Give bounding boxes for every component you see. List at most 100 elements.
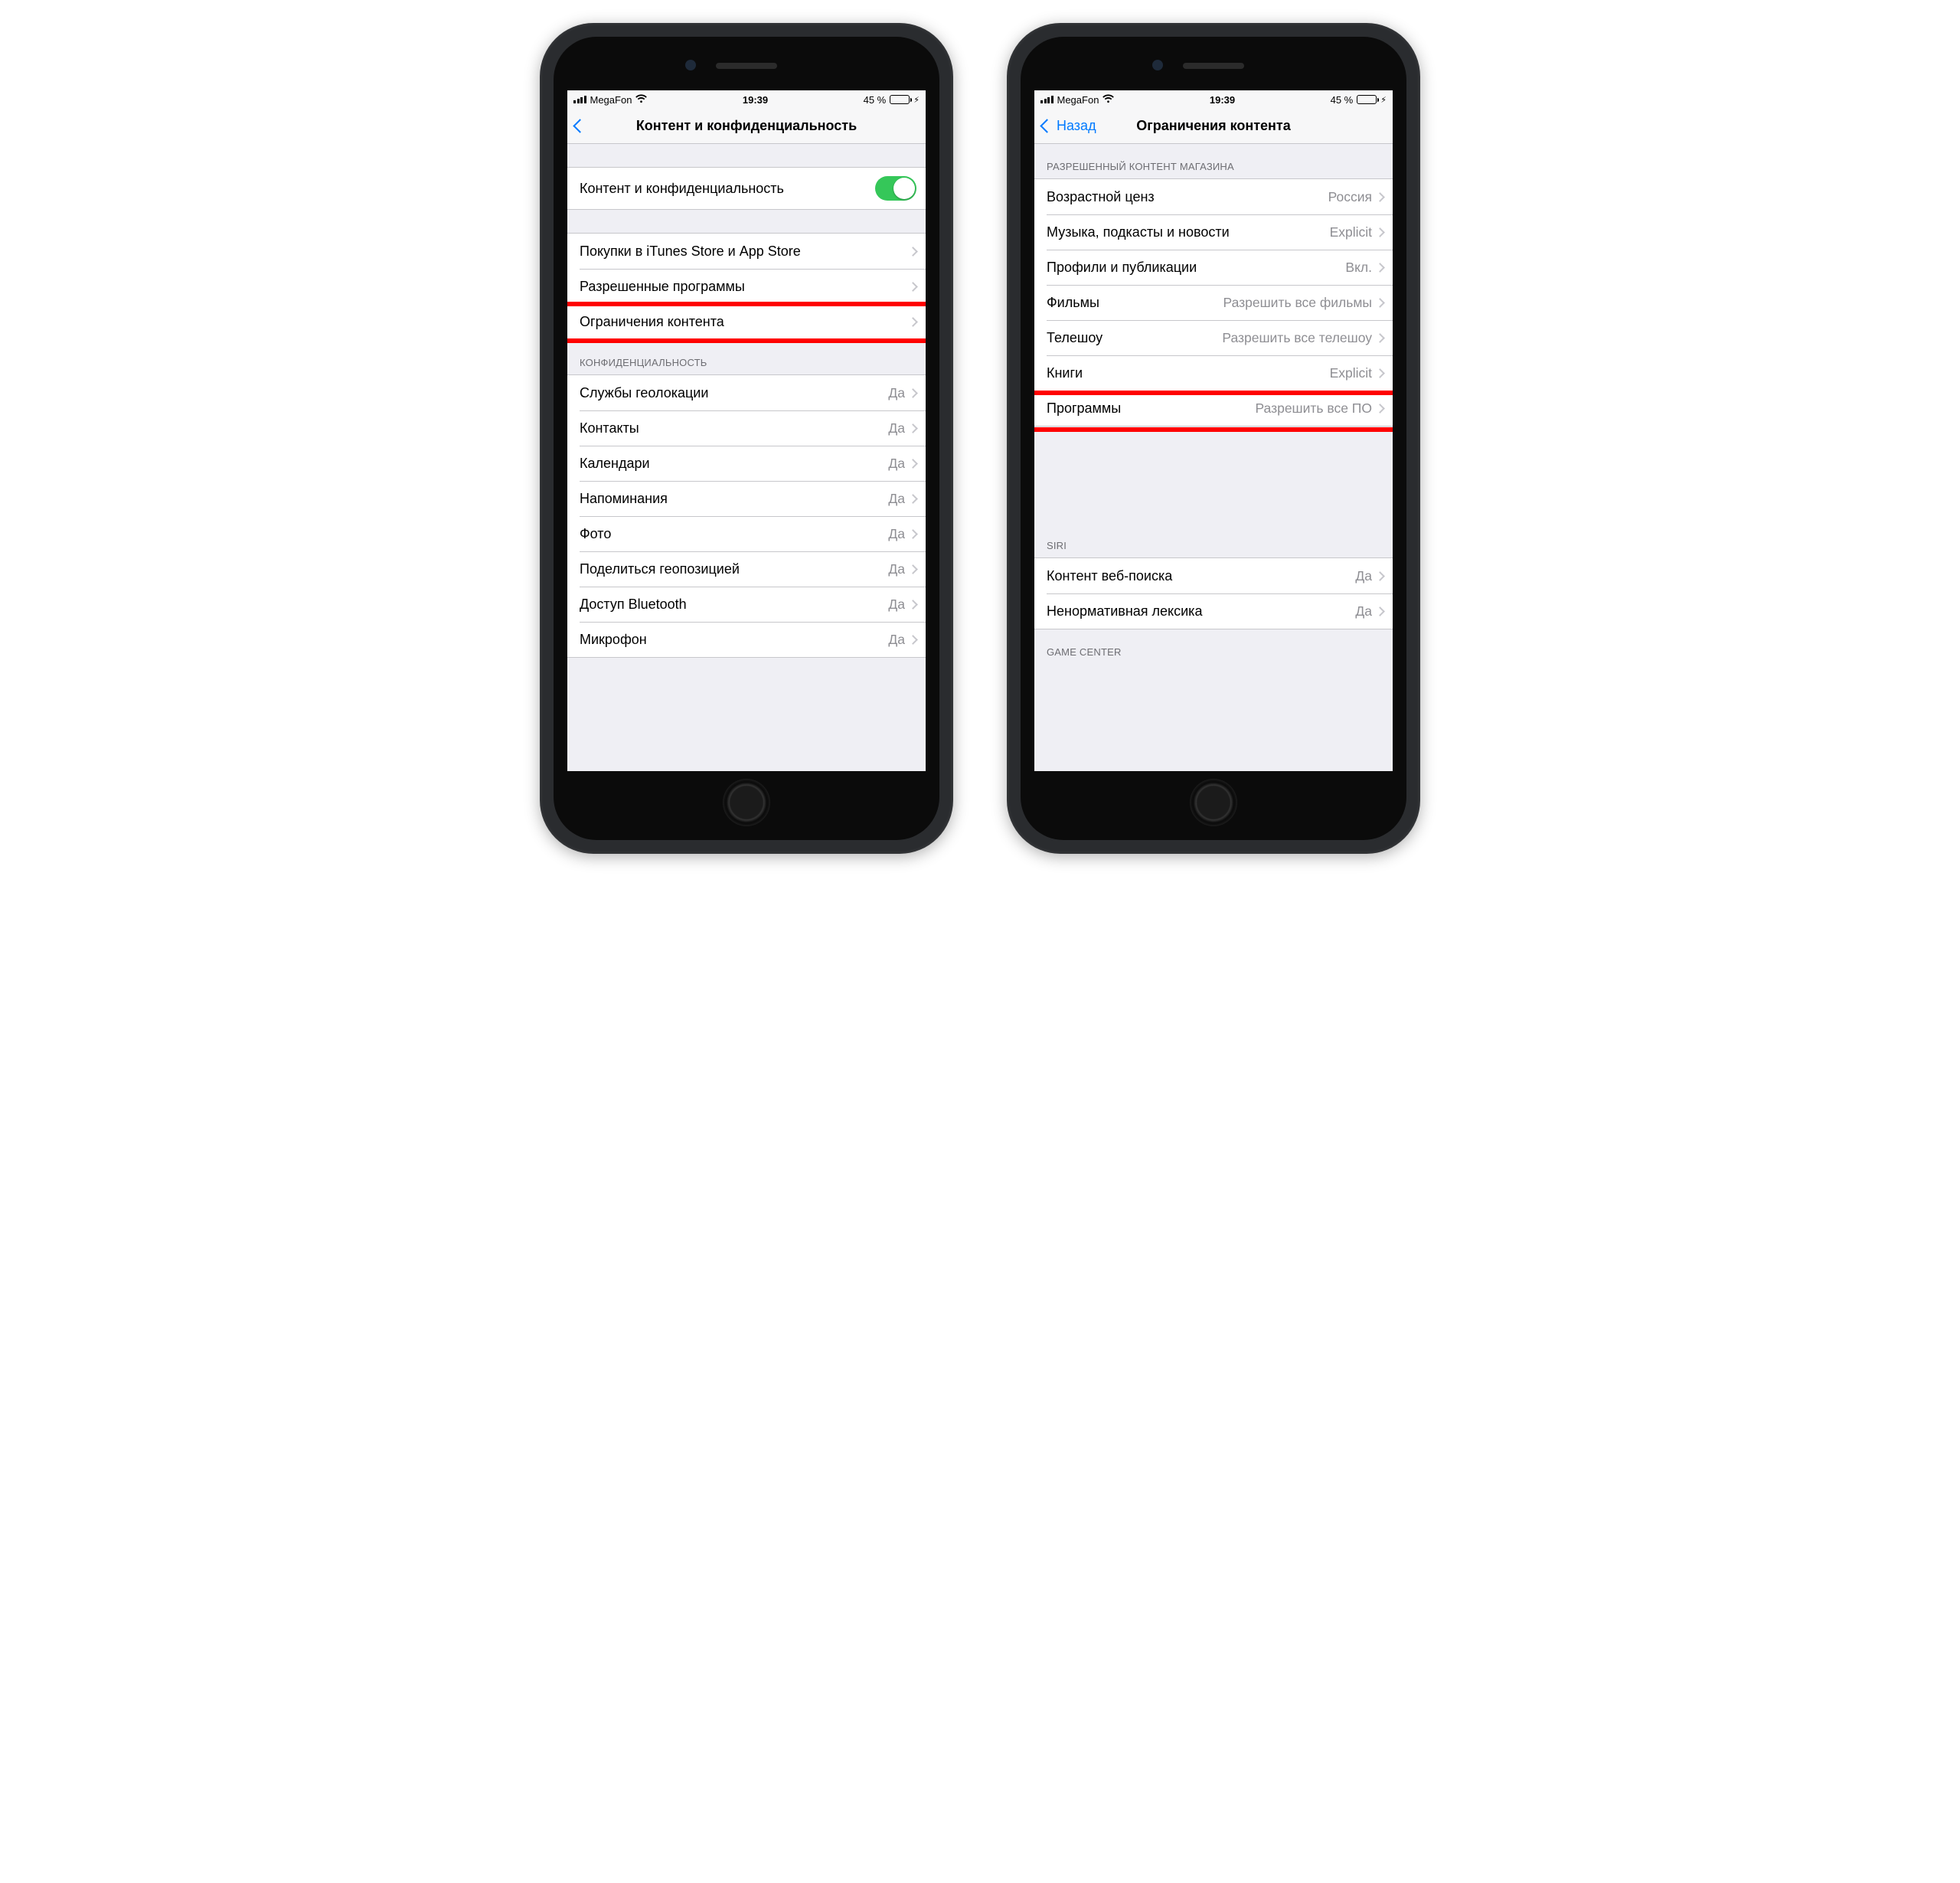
phone-frame-right: MegaFon 19:39 45 % ⚡︎ Назад Ограничен [1007,23,1420,854]
home-button[interactable] [723,779,770,826]
row-content-privacy-toggle[interactable]: Контент и конфиденциальность [567,168,926,209]
switch-on[interactable] [875,176,916,201]
row-itunes-appstore-purchases[interactable]: Покупки в iTunes Store и App Store [567,234,926,269]
section-header-siri: SIRI [1034,534,1393,557]
section-header-game-center: GAME CENTER [1034,629,1393,664]
row-label: Контент и конфиденциальность [580,181,875,197]
chevron-right-icon [908,317,918,327]
row-label: Доступ Bluetooth [580,597,888,613]
row-value: Да [1355,568,1372,584]
chevron-left-icon [1040,119,1054,132]
nav-bar: Назад Ограничения контента [1034,109,1393,144]
row-value: Вкл. [1345,260,1372,276]
chevron-right-icon [908,564,918,574]
row-label: Календари [580,456,888,472]
row-label: Службы геолокации [580,385,888,401]
row-label: Ограничения контента [580,314,910,330]
section-header-store: РАЗРЕШЕННЫЙ КОНТЕНТ МАГАЗИНА [1034,144,1393,178]
row-value: Explicit [1330,224,1372,240]
row-content-restrictions[interactable]: Ограничения контента [580,304,926,339]
status-bar: MegaFon 19:39 45 % ⚡︎ [1034,90,1393,109]
chevron-right-icon [908,247,918,257]
battery-percent: 45 % [864,94,887,106]
row-value: Разрешить все телешоу [1222,330,1372,346]
chevron-right-icon [908,635,918,645]
store-row[interactable]: Профили и публикацииВкл. [1047,250,1393,285]
chevron-right-icon [908,529,918,539]
back-button[interactable] [575,121,586,131]
section-header-privacy: КОНФИДЕНЦИАЛЬНОСТЬ [567,340,926,374]
chevron-right-icon [1375,298,1385,308]
screen-right: MegaFon 19:39 45 % ⚡︎ Назад Ограничен [1034,90,1393,771]
row-value: Да [888,561,905,577]
row-value: Да [1355,603,1372,619]
store-row[interactable]: ТелешоуРазрешить все телешоу [1047,320,1393,355]
row-label: Книги [1047,365,1330,381]
row-label: Разрешенные программы [580,279,910,295]
row-label: Напоминания [580,491,888,507]
privacy-row[interactable]: Доступ BluetoothДа [580,587,926,622]
chevron-right-icon [1375,333,1385,343]
row-value: Да [888,385,905,401]
home-button[interactable] [1190,779,1237,826]
chevron-right-icon [908,282,918,292]
wifi-icon [635,94,647,105]
chevron-right-icon [908,423,918,433]
charging-icon: ⚡︎ [1380,95,1387,105]
row-label: Музыка, подкасты и новости [1047,224,1330,240]
speaker-grille [716,63,777,69]
row-value: Да [888,632,905,648]
store-row[interactable]: КнигиExplicit [1047,355,1393,391]
row-value: Разрешить все фильмы [1223,295,1372,311]
camera-dot [1152,60,1163,70]
row-label: Контакты [580,420,888,436]
store-row[interactable]: ФильмыРазрешить все фильмы [1047,285,1393,320]
row-allowed-apps[interactable]: Разрешенные программы [580,269,926,304]
battery-percent: 45 % [1331,94,1354,106]
screen-left: MegaFon 19:39 45 % ⚡︎ Контент и конфиден [567,90,926,771]
chevron-right-icon [908,388,918,398]
privacy-row[interactable]: Службы геолокацииДа [567,375,926,410]
privacy-row[interactable]: МикрофонДа [580,622,926,657]
row-value: Да [888,491,905,507]
phone-frame-left: MegaFon 19:39 45 % ⚡︎ Контент и конфиден [540,23,953,854]
privacy-row[interactable]: Поделиться геопозициейДа [580,551,926,587]
privacy-row[interactable]: НапоминанияДа [580,481,926,516]
signal-icon [1040,96,1054,103]
store-row[interactable]: Музыка, подкасты и новостиExplicit [1047,214,1393,250]
privacy-row[interactable]: КалендариДа [580,446,926,481]
chevron-right-icon [1375,368,1385,378]
privacy-row[interactable]: ФотоДа [580,516,926,551]
row-value: Да [888,597,905,613]
wifi-icon [1102,94,1114,105]
charging-icon: ⚡︎ [913,95,920,105]
back-label: Назад [1057,118,1096,134]
chevron-right-icon [1375,606,1385,616]
back-button[interactable]: Назад [1042,118,1096,134]
chevron-right-icon [1375,263,1385,273]
chevron-right-icon [1375,227,1385,237]
row-label: Фото [580,526,888,542]
siri-row[interactable]: Ненормативная лексикаДа [1047,593,1393,629]
carrier-label: MegaFon [1057,94,1099,106]
page-title: Контент и конфиденциальность [567,118,926,134]
chevron-right-icon [908,459,918,469]
row-label: Профили и публикации [1047,260,1345,276]
store-row[interactable]: Возрастной цензРоссия [1034,179,1393,214]
battery-icon [890,95,910,104]
privacy-row[interactable]: КонтактыДа [580,410,926,446]
row-value: Да [888,526,905,542]
clock: 19:39 [1210,94,1235,106]
row-value: Да [888,456,905,472]
row-value: Да [888,420,905,436]
battery-icon [1357,95,1377,104]
row-label: Контент веб-поиска [1047,568,1355,584]
chevron-right-icon [1375,571,1385,581]
row-label: Телешоу [1047,330,1222,346]
row-label: Покупки в iTunes Store и App Store [580,244,910,260]
chevron-left-icon [573,119,586,132]
siri-row[interactable]: Контент веб-поискаДа [1034,558,1393,593]
row-value: Россия [1328,189,1372,205]
row-label: Программы [1047,400,1255,417]
store-row[interactable]: ПрограммыРазрешить все ПО [1047,391,1393,426]
